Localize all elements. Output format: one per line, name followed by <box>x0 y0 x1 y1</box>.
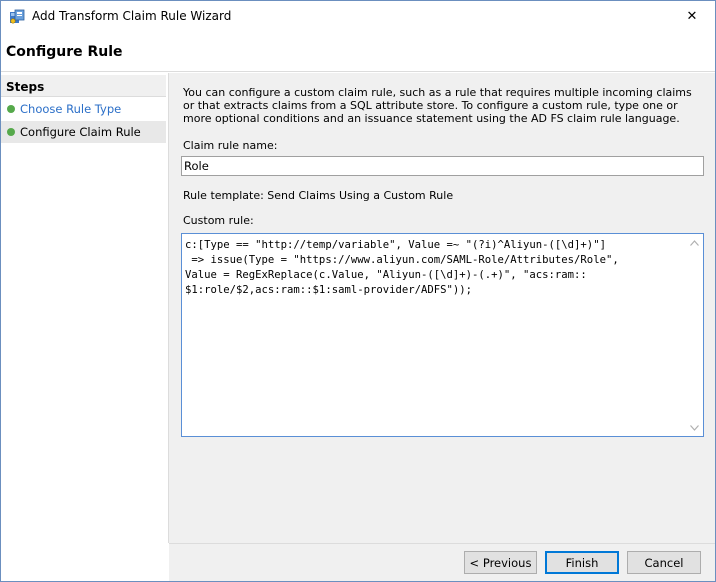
wizard-window: Add Transform Claim Rule Wizard ✕ Config… <box>0 0 716 582</box>
close-icon: ✕ <box>686 8 698 24</box>
claim-rule-name-input[interactable]: Role <box>181 156 704 176</box>
scroll-down-arrow-icon[interactable] <box>686 419 703 436</box>
cancel-button[interactable]: Cancel <box>627 551 701 574</box>
main-panel: You can configure a custom claim rule, s… <box>169 73 715 543</box>
scroll-up-arrow-icon[interactable] <box>686 234 703 251</box>
description-text: You can configure a custom claim rule, s… <box>183 86 692 125</box>
close-button[interactable]: ✕ <box>669 1 715 31</box>
title-bar: Add Transform Claim Rule Wizard ✕ <box>1 1 715 32</box>
previous-button[interactable]: < Previous <box>464 551 537 574</box>
steps-header: Steps <box>1 75 166 97</box>
footer-left-area <box>1 543 169 581</box>
page-title: Configure Rule <box>6 44 123 60</box>
custom-rule-textarea[interactable]: c:[Type == "http://temp/variable", Value… <box>181 233 704 437</box>
sidebar-item-label: Choose Rule Type <box>20 102 122 116</box>
adfs-wizard-icon <box>9 9 25 25</box>
window-title: Add Transform Claim Rule Wizard <box>32 9 232 23</box>
claim-rule-name-label: Claim rule name: <box>183 139 278 152</box>
step-complete-dot-icon <box>7 105 15 113</box>
page-header: Configure Rule <box>1 32 715 72</box>
sidebar-item-configure-claim-rule: Configure Claim Rule <box>1 121 166 143</box>
sidebar-item-choose-rule-type[interactable]: Choose Rule Type <box>1 98 166 120</box>
rule-template-text: Rule template: Send Claims Using a Custo… <box>183 189 454 202</box>
steps-title: Steps <box>6 80 45 94</box>
custom-rule-label: Custom rule: <box>183 214 254 227</box>
custom-rule-scrollbar[interactable] <box>686 234 703 436</box>
steps-sidebar: Steps Choose Rule Type Configure Claim R… <box>1 73 168 543</box>
finish-button[interactable]: Finish <box>545 551 619 574</box>
sidebar-item-label: Configure Claim Rule <box>20 125 141 139</box>
custom-rule-text: c:[Type == "http://temp/variable", Value… <box>185 239 619 296</box>
step-current-dot-icon <box>7 128 15 136</box>
wizard-footer: < Previous Finish Cancel <box>169 543 715 581</box>
